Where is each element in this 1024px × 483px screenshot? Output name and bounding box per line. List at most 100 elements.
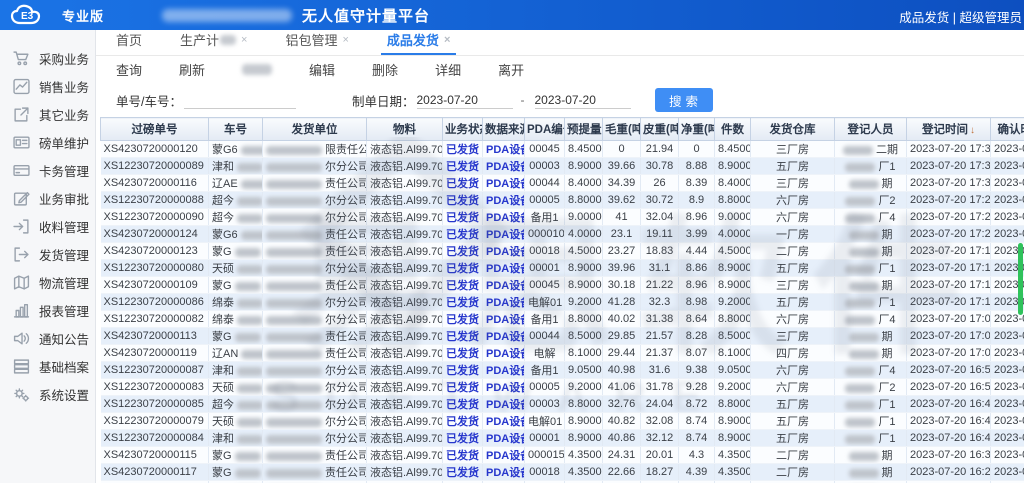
vehicle-blurred xyxy=(237,367,263,376)
table-row[interactable]: XS4230720000119辽AN责任公司液态铝.Al99.70DT已发货PD… xyxy=(101,345,1024,362)
sidebar-item-5[interactable]: 卡务管理 xyxy=(0,156,95,184)
tab-2[interactable]: 生产计× xyxy=(178,30,249,55)
sidebar-item-2[interactable]: 销售业务 xyxy=(0,72,95,100)
table-row[interactable]: XS4230720000109蒙G责任公司液态铝.Al99.70已发货PDA设备… xyxy=(101,277,1024,294)
date-from-input[interactable] xyxy=(417,91,513,109)
column-header[interactable]: 登记人员 xyxy=(835,118,907,141)
toolbar-button-1[interactable]: 查询 xyxy=(116,60,142,79)
tab-close-icon[interactable]: × xyxy=(241,34,247,46)
arrow-in-icon xyxy=(13,218,30,234)
table-row[interactable]: XS12230720000088超今尔分公司液态铝.Al99.70DT已发货PD… xyxy=(101,192,1024,209)
column-header[interactable]: 预提量(吨) xyxy=(565,118,603,141)
column-header[interactable]: 毛重(吨) xyxy=(603,118,641,141)
sidebar-item-label: 采购业务 xyxy=(39,49,89,68)
table-row[interactable]: XS12230720000083天硕尔分公司液态铝.Al99.70DT已发货PD… xyxy=(101,379,1024,396)
vehicle-blurred xyxy=(237,197,263,206)
table-row[interactable]: XS4230720000117蒙G责任公司液态铝.Al99.70DT已发货PDA… xyxy=(101,464,1024,481)
sidebar-item-label: 业务审批 xyxy=(39,189,89,208)
table-body: XS4230720000120蒙G6限责任公司液态铝.Al99.70已发货PDA… xyxy=(101,141,1024,483)
person-blurred xyxy=(849,333,879,342)
vehicle-blurred xyxy=(237,299,263,308)
sidebar-item-12[interactable]: 基础档案 xyxy=(0,352,95,380)
column-header[interactable]: 皮重(吨) xyxy=(641,118,679,141)
table-row[interactable]: XS12230720000079天硕尔分公司液态铝.Al99.70DT已发货PD… xyxy=(101,413,1024,430)
column-header[interactable]: 发货单位 xyxy=(263,118,367,141)
toolbar-button-3[interactable] xyxy=(242,64,272,75)
user-menu[interactable]: 成品发货 | 超级管理员 xyxy=(899,7,1022,26)
toolbar-button-4[interactable]: 编辑 xyxy=(309,60,335,79)
column-header[interactable]: 物料 xyxy=(367,118,443,141)
tab-1[interactable]: 首页 xyxy=(114,30,144,55)
person-blurred xyxy=(845,163,875,172)
sort-descending-icon: ↓ xyxy=(970,125,975,136)
app-logo: E3 xyxy=(10,3,54,27)
toolbar: 查询 刷新 编辑 删除 详细 离开 xyxy=(96,56,1024,83)
person-blurred xyxy=(843,146,873,155)
toolbar-button-6[interactable]: 详细 xyxy=(435,60,461,79)
table-row[interactable]: XS12230720000089津和尔分公司液态铝.Al99.70DT已发货PD… xyxy=(101,158,1024,175)
vehicle-blurred xyxy=(241,146,263,155)
table-row[interactable]: XS4230720000115蒙G责任公司液态铝.Al99.70已发货PDA设备… xyxy=(101,447,1024,464)
order-vehicle-input[interactable] xyxy=(184,91,296,109)
table-row[interactable]: XS12230720000090超今尔分公司液态铝.Al99.70DT已发货PD… xyxy=(101,209,1024,226)
sidebar-item-13[interactable]: 系统设置 xyxy=(0,380,95,408)
column-header[interactable]: 车号 xyxy=(209,118,263,141)
unit-blurred xyxy=(266,452,322,461)
tab-3[interactable]: 铝包管理× xyxy=(283,30,350,55)
tab-4[interactable]: 成品发货× xyxy=(385,30,452,55)
sidebar-item-label: 报表管理 xyxy=(39,301,89,320)
table-row[interactable]: XS12230720000085超今尔分公司液态铝.Al99.70DT已发货PD… xyxy=(101,396,1024,413)
toolbar-button-7[interactable]: 离开 xyxy=(498,60,524,79)
column-header[interactable]: 净重(吨) xyxy=(679,118,715,141)
toolbar-button-2[interactable]: 刷新 xyxy=(179,60,205,79)
column-header[interactable]: 登记时间↓ xyxy=(907,118,991,141)
vehicle-blurred xyxy=(237,214,263,223)
sidebar-item-label: 基础档案 xyxy=(39,357,89,376)
person-blurred xyxy=(845,401,875,410)
table-row[interactable]: XS12230720000086绵泰尔分公司液态铝.Al99.70DT已发货PD… xyxy=(101,294,1024,311)
table-row[interactable]: XS12230720000084津和尔分公司液态铝.Al99.70DT已发货PD… xyxy=(101,430,1024,447)
search-button[interactable]: 搜索 xyxy=(655,88,713,112)
sidebar-item-1[interactable]: 采购业务 xyxy=(0,44,95,72)
sidebar-item-4[interactable]: 磅单维护 xyxy=(0,128,95,156)
column-header[interactable]: 数据来源 xyxy=(483,118,525,141)
sidebar-item-6[interactable]: 业务审批 xyxy=(0,184,95,212)
table-row[interactable]: XS4230720000116辽AE责任公司液态铝.Al99.70DT已发货PD… xyxy=(101,175,1024,192)
unit-blurred xyxy=(266,282,322,291)
column-header[interactable]: 过磅单号 xyxy=(101,118,209,141)
sidebar-item-9[interactable]: 物流管理 xyxy=(0,268,95,296)
table-row[interactable]: XS12230720000080天硕尔分公司液态铝.Al99.70DT已发货PD… xyxy=(101,260,1024,277)
unit-blurred xyxy=(266,418,322,427)
sidebar-item-10[interactable]: 报表管理 xyxy=(0,296,95,324)
vertical-scrollbar-thumb[interactable] xyxy=(1018,243,1023,315)
person-blurred xyxy=(845,384,875,393)
table-row[interactable]: XS12230720000087津和尔分公司液态铝.Al99.70DT已发货PD… xyxy=(101,362,1024,379)
table-row[interactable]: XS12230720000082绵泰尔分公司液态铝.Al99.70DT已发货PD… xyxy=(101,311,1024,328)
person-blurred xyxy=(845,435,875,444)
unit-blurred xyxy=(266,299,322,308)
table-row[interactable]: XS4230720000113蒙G责任公司液态铝.Al99.70DT已发货PDA… xyxy=(101,328,1024,345)
column-header[interactable]: 业务状态 xyxy=(443,118,483,141)
sidebar-item-8[interactable]: 发货管理 xyxy=(0,240,95,268)
table-row[interactable]: XS4230720000124蒙G6责任公司液态铝.Al99.70已发货PDA设… xyxy=(101,226,1024,243)
sidebar-item-7[interactable]: 收料管理 xyxy=(0,212,95,240)
column-header[interactable]: 确认时间 xyxy=(991,118,1024,141)
sidebar-item-11[interactable]: 通知公告 xyxy=(0,324,95,352)
vehicle-blurred xyxy=(237,435,263,444)
column-header[interactable]: 发货仓库 xyxy=(751,118,835,141)
vehicle-blurred xyxy=(241,180,263,189)
tab-close-icon[interactable]: × xyxy=(342,34,348,46)
table-row[interactable]: XS4230720000123蒙G责任公司液态铝.Al99.70DT已发货PDA… xyxy=(101,243,1024,260)
person-blurred xyxy=(845,265,875,274)
vehicle-blurred xyxy=(237,418,263,427)
edition-label: 专业版 xyxy=(62,6,104,25)
date-to-input[interactable] xyxy=(535,91,631,109)
toolbar-button-5[interactable]: 删除 xyxy=(372,60,398,79)
sidebar-item-label: 系统设置 xyxy=(39,385,89,404)
column-header[interactable]: PDA编号 xyxy=(525,118,565,141)
shipments-table: 过磅单号车号发货单位物料业务状态数据来源PDA编号预提量(吨)毛重(吨)皮重(吨… xyxy=(100,117,1024,483)
sidebar-item-3[interactable]: 其它业务 xyxy=(0,100,95,128)
table-row[interactable]: XS4230720000120蒙G6限责任公司液态铝.Al99.70已发货PDA… xyxy=(101,141,1024,158)
column-header[interactable]: 件数 xyxy=(715,118,751,141)
tab-close-icon[interactable]: × xyxy=(444,34,450,46)
